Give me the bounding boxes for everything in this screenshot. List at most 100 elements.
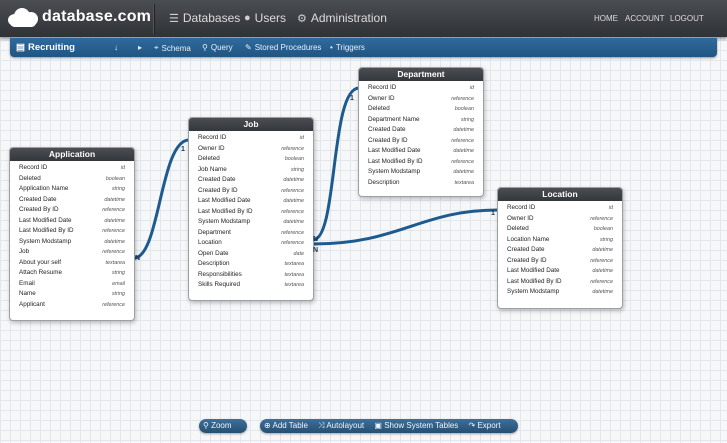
field-row[interactable]: Last Modified By ID reference — [10, 226, 134, 237]
field-name: System Modstamp — [507, 288, 560, 295]
field-row[interactable]: About your self textarea — [10, 258, 134, 269]
field-row[interactable]: Last Modified By ID reference — [189, 207, 313, 218]
field-name: Name — [19, 290, 36, 297]
field-row[interactable]: Description textarea — [359, 178, 483, 189]
field-name: System Modstamp — [198, 218, 251, 225]
field-row[interactable]: Location Name string — [498, 235, 622, 246]
field-row[interactable]: Deleted boolean — [10, 174, 134, 185]
table-application[interactable]: Application Record ID id Deleted boolean App… — [9, 147, 135, 321]
field-row[interactable]: Deleted boolean — [498, 224, 622, 235]
field-row[interactable]: Deleted boolean — [359, 104, 483, 115]
nav-administration[interactable]: ⚙ Administration — [297, 11, 387, 25]
field-type: datetime — [104, 238, 125, 245]
field-row[interactable]: Attach Resume string — [10, 268, 134, 279]
database-selector[interactable]: ▤ Recruiting — [16, 42, 75, 53]
field-row[interactable]: Job Name string — [189, 165, 313, 176]
field-row[interactable]: System Modstamp datetime — [359, 167, 483, 178]
tab-stored-procedures[interactable]: ✎ Stored Procedures — [245, 43, 321, 52]
field-row[interactable]: Location reference — [189, 238, 313, 249]
field-row[interactable]: Application Name string — [10, 184, 134, 195]
field-row[interactable]: System Modstamp datetime — [498, 287, 622, 298]
field-row[interactable]: Record ID id — [359, 83, 483, 94]
link-application-job — [133, 138, 190, 260]
field-row[interactable]: System Modstamp datetime — [10, 237, 134, 248]
field-row[interactable]: Last Modified Date datetime — [189, 196, 313, 207]
field-row[interactable]: Last Modified By ID reference — [359, 157, 483, 168]
table-department[interactable]: Department Record ID id Owner ID reference D… — [358, 67, 484, 197]
field-type: boolean — [105, 175, 125, 182]
field-row[interactable]: Deleted boolean — [189, 154, 313, 165]
field-type: reference — [451, 95, 474, 102]
field-row[interactable]: Job reference — [10, 247, 134, 258]
field-row[interactable]: Created Date datetime — [189, 175, 313, 186]
chevron-down-icon[interactable]: ↓ — [114, 43, 118, 52]
field-row[interactable]: Last Modified Date datetime — [10, 216, 134, 227]
export-button[interactable]: ↷ Export — [465, 419, 505, 433]
field-row[interactable]: Created By ID reference — [189, 186, 313, 197]
field-row[interactable]: Record ID id — [189, 133, 313, 144]
field-row[interactable]: Owner ID reference — [359, 94, 483, 105]
nav-databases[interactable]: ☰ Databases — [169, 11, 240, 25]
zoom-button[interactable]: ⚲ Zoom — [199, 419, 247, 433]
field-type: string — [111, 291, 125, 297]
field-row[interactable]: Skills Required textarea — [189, 280, 313, 291]
field-name: Record ID — [368, 84, 397, 91]
field-row[interactable]: Name string — [10, 289, 134, 300]
tab-schema[interactable]: ⌖ Schema — [154, 43, 191, 53]
autolayout-button[interactable]: ⤨ Autolayout — [314, 419, 368, 433]
field-row[interactable]: Responsibilities textarea — [189, 270, 313, 281]
table-title[interactable]: Department — [359, 68, 483, 81]
tab-triggers[interactable]: • Triggers — [330, 43, 365, 52]
field-type: textarea — [284, 271, 304, 278]
nav-users[interactable]: ● Users — [244, 11, 286, 25]
field-row[interactable]: Last Modified By ID reference — [498, 277, 622, 288]
field-row[interactable]: Created Date datetime — [498, 245, 622, 256]
field-row[interactable]: Department reference — [189, 228, 313, 239]
show-system-tables-button[interactable]: ▣ Show System Tables — [370, 419, 462, 433]
field-row[interactable]: Open Date date — [189, 249, 313, 260]
table-job[interactable]: Job Record ID id Owner ID reference Deleted b… — [188, 117, 314, 301]
field-row[interactable]: Created By ID reference — [359, 136, 483, 147]
table-title[interactable]: Location — [498, 188, 622, 201]
table-title[interactable]: Application — [10, 148, 134, 161]
field-row[interactable]: Created By ID reference — [10, 205, 134, 216]
field-row[interactable]: Last Modified Date datetime — [498, 266, 622, 277]
field-row[interactable]: Created Date datetime — [359, 125, 483, 136]
brand-logo[interactable]: database.com — [6, 6, 151, 28]
field-name: Last Modified Date — [507, 267, 560, 274]
field-type: id — [299, 135, 304, 141]
table-title[interactable]: Job — [189, 118, 313, 131]
field-row[interactable]: Record ID id — [10, 163, 134, 174]
field-name: Created Date — [507, 246, 545, 253]
field-type: reference — [102, 207, 125, 213]
field-row[interactable]: Email email — [10, 279, 134, 290]
field-row[interactable]: Created By ID reference — [498, 256, 622, 267]
field-row[interactable]: System Modstamp datetime — [189, 217, 313, 228]
field-type: datetime — [283, 198, 304, 204]
export-label: Export — [477, 421, 501, 430]
link-job-department — [312, 86, 360, 242]
account-link[interactable]: ACCOUNT — [625, 14, 665, 23]
field-type: boolean — [454, 106, 474, 112]
add-table-button[interactable]: ⊕ Add Table — [260, 419, 312, 433]
field-type: reference — [281, 145, 304, 152]
field-name: Last Modified By ID — [198, 207, 253, 215]
brand-name: database.com — [42, 8, 152, 25]
field-name: Job Name — [198, 165, 227, 173]
field-row[interactable]: Applicant reference — [10, 300, 134, 311]
home-link[interactable]: HOME — [594, 14, 618, 23]
field-name: Created By ID — [507, 256, 547, 264]
table-location[interactable]: Location Record ID id Owner ID reference Del… — [497, 187, 623, 309]
logout-link[interactable]: LOGOUT — [670, 14, 704, 23]
field-row[interactable]: Description textarea — [189, 259, 313, 270]
field-row[interactable]: Owner ID reference — [498, 214, 622, 225]
field-name: Description — [368, 178, 400, 186]
field-row[interactable]: Owner ID reference — [189, 144, 313, 155]
cardinality-label: N — [135, 255, 141, 262]
field-row[interactable]: Last Modified Date datetime — [359, 146, 483, 157]
field-row[interactable]: Created Date datetime — [10, 195, 134, 206]
tab-query[interactable]: ⚲ Query — [202, 43, 233, 52]
field-row[interactable]: Department Name string — [359, 115, 483, 126]
field-row[interactable]: Record ID id — [498, 203, 622, 214]
link-job-location — [312, 208, 499, 246]
